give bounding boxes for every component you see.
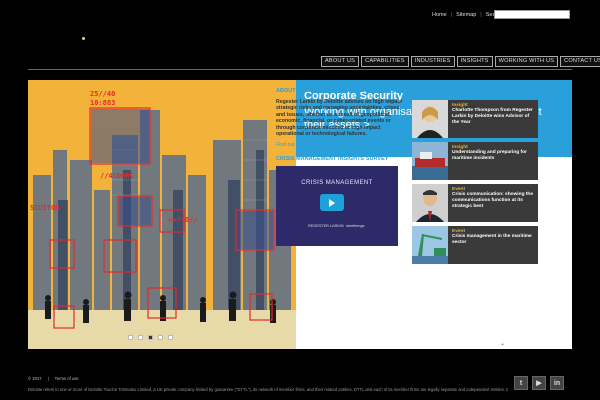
terms-of-use-link[interactable]: Terms of use (55, 376, 79, 381)
insight-card[interactable]: Insight Charlotte Thompson from Regester… (412, 100, 538, 138)
separator: | (480, 12, 482, 18)
person-photo (412, 184, 448, 222)
nav-capabilities[interactable]: CAPABILITIES (361, 56, 409, 67)
insight-card[interactable]: Event Crisis communication: showing the … (412, 184, 538, 222)
insight-title: Crisis communication: showing the commun… (452, 192, 534, 209)
survey-video[interactable]: CRISIS MANAGEMENT REGESTER LARKIN steelh… (276, 166, 398, 247)
footer: © 2017 | Terms of use Deloitte refers to… (28, 376, 508, 392)
nav-contact-us[interactable]: CONTACT US (560, 56, 600, 67)
image-code-text: <>7+0// (168, 216, 198, 224)
image-code-text: //4CDRRC (100, 172, 134, 180)
person-photo (412, 100, 448, 138)
legal-text: Deloitte refers to one or more of Deloit… (28, 387, 508, 392)
search-button[interactable]: › (568, 12, 570, 18)
carousel-dots (128, 335, 173, 340)
sitemap-link[interactable]: Sitemap (456, 12, 476, 18)
separator: | (450, 12, 453, 18)
insight-title: Understanding and preparing for maritime… (452, 150, 527, 161)
video-title: CRISIS MANAGEMENT (301, 180, 373, 187)
image-code-text: SCUITON (30, 204, 60, 212)
carousel-dot[interactable] (168, 335, 173, 340)
about-heading: ABOUT REGESTER LARKIN BY DELOITTE (276, 88, 389, 94)
utility-bar: Home | Sitemap | Search › (432, 10, 570, 19)
nav-industries[interactable]: INDUSTRIES (410, 56, 455, 67)
video-logo-right: steelhenge (346, 224, 365, 229)
chevron-down-icon[interactable]: ⌄ (500, 340, 505, 347)
find-out-more-link[interactable]: Find out more » (276, 142, 404, 148)
video-logo-left: REGESTER LARKIN (308, 224, 344, 229)
image-code-text: 10:883 (90, 99, 115, 107)
hero-image[interactable]: 25//40 10:883 SCUITON //4CDRRC <>7+0// (28, 80, 296, 349)
insights-section: INSIGHTS AND EVENTS Insight Charlotte Th… (412, 88, 538, 268)
insight-card[interactable]: Insight Understanding and preparing for … (412, 142, 538, 180)
separator: | (47, 376, 49, 381)
youtube-icon[interactable]: ▶ (532, 376, 546, 390)
about-section: ABOUT REGESTER LARKIN BY DELOITTE Regest… (276, 88, 404, 247)
search-input[interactable] (494, 10, 570, 19)
ship-photo (412, 142, 448, 180)
carousel-dot[interactable] (138, 335, 143, 340)
linkedin-icon[interactable]: in (550, 376, 564, 390)
nav-working-with-us[interactable]: WORKING WITH US (494, 56, 559, 67)
port-crane-photo (412, 226, 448, 264)
insight-card[interactable]: Event Crisis management in the maritime … (412, 226, 538, 264)
city-collage-illustration: 25//40 10:883 SCUITON //4CDRRC <>7+0// (28, 80, 296, 349)
survey-heading: CRISIS MANAGEMENT INSIGHTS SURVEY (276, 156, 389, 163)
logo-mark[interactable] (82, 37, 85, 40)
nav-insights[interactable]: INSIGHTS (456, 56, 493, 67)
insight-title: Crisis management in the maritime sector (452, 234, 532, 245)
play-icon (329, 198, 335, 207)
copyright-text: © 2017 (28, 376, 42, 381)
carousel-dot-active[interactable] (148, 335, 153, 340)
twitter-icon[interactable]: t (514, 376, 528, 390)
insight-title: Charlotte Thompson from Regester Larkin … (452, 108, 533, 125)
image-code-text: 25//40 (90, 90, 115, 98)
carousel-dot[interactable] (158, 335, 163, 340)
header-divider (28, 69, 572, 70)
play-button[interactable] (320, 194, 344, 212)
insights-heading: INSIGHTS AND EVENTS (412, 88, 476, 94)
social-links: t ▶ in (514, 376, 564, 390)
about-text: Regester Larkin by Deloitte advises on h… (276, 99, 402, 138)
main-nav: ABOUT US CAPABILITIES INDUSTRIES INSIGHT… (321, 56, 600, 67)
nav-about-us[interactable]: ABOUT US (321, 56, 360, 67)
insights-list: Insight Charlotte Thompson from Regester… (412, 100, 538, 264)
home-link[interactable]: Home (432, 12, 447, 18)
carousel-dot[interactable] (128, 335, 133, 340)
